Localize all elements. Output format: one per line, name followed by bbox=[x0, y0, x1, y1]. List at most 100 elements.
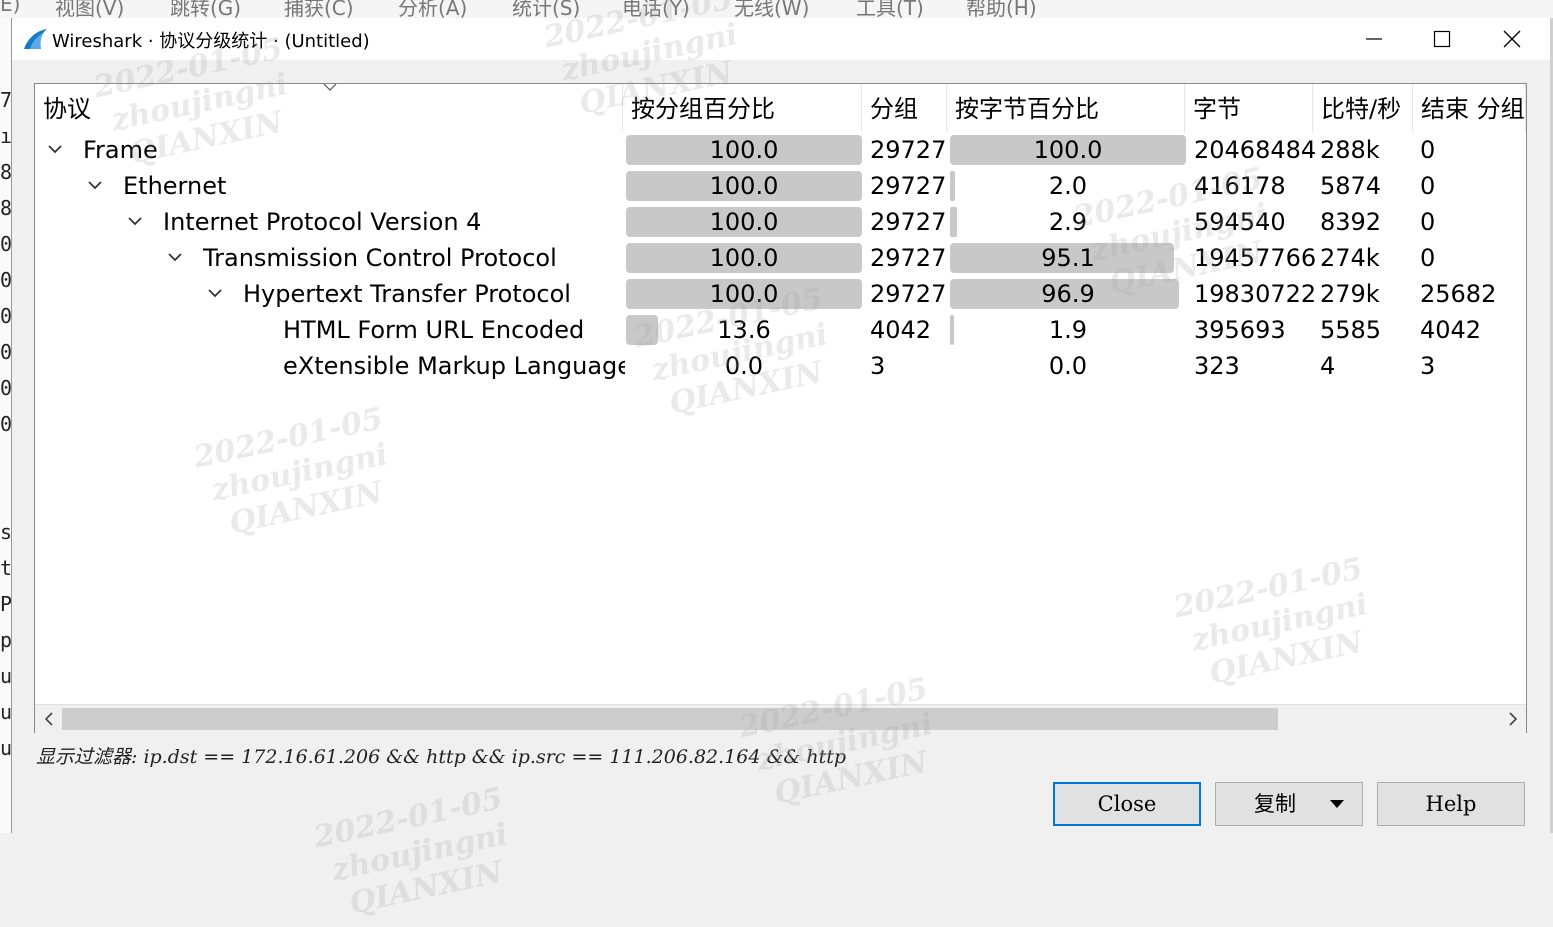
bytes-cell: 594540 bbox=[1194, 208, 1286, 236]
protocol-cell: Ethernet bbox=[35, 168, 625, 204]
packets-cell: 29727 bbox=[870, 280, 947, 308]
packet-percent-bar: 100.0 bbox=[626, 135, 862, 165]
scrollbar-thumb[interactable] bbox=[62, 708, 1278, 730]
bytes-cell: 20468484 bbox=[1194, 136, 1317, 164]
end-packets-cell: 4042 bbox=[1420, 316, 1482, 344]
background-packet-fragment: ı bbox=[0, 124, 11, 148]
bytes-cell: 395693 bbox=[1194, 316, 1286, 344]
packets-cell: 4042 bbox=[870, 316, 932, 344]
bytes-cell: 323 bbox=[1194, 352, 1240, 380]
bits-per-second-cell: 8392 bbox=[1320, 208, 1382, 236]
background-packet-list-edge: 7ı88000000stPpuuu bbox=[0, 18, 11, 833]
expand-chevron-icon[interactable] bbox=[167, 249, 183, 265]
background-packet-fragment: s bbox=[0, 520, 11, 544]
horizontal-scrollbar[interactable] bbox=[35, 704, 1526, 733]
close-window-button[interactable] bbox=[1480, 18, 1544, 60]
protocol-name: Transmission Control Protocol bbox=[203, 244, 557, 272]
close-button[interactable]: Close bbox=[1053, 782, 1201, 826]
packet-percent-bar: 13.6 bbox=[626, 315, 862, 345]
protocol-cell: Hypertext Transfer Protocol bbox=[35, 276, 625, 312]
packet-percent-bar-value: 100.0 bbox=[709, 280, 779, 308]
packet-percent-bar: 100.0 bbox=[626, 279, 862, 309]
window-title: Wireshark · 协议分级统计 · (Untitled) bbox=[52, 31, 370, 52]
packet-percent-bar-value: 100.0 bbox=[709, 208, 779, 236]
column-header[interactable]: 分组 bbox=[862, 84, 947, 132]
wireshark-fin-icon bbox=[24, 29, 47, 49]
bytes-cell: 19830722 bbox=[1194, 280, 1317, 308]
background-packet-fragment: 0 bbox=[0, 232, 11, 256]
background-menu-item: 分析(A) bbox=[398, 0, 468, 18]
bytes-cell: 19457766 bbox=[1194, 244, 1317, 272]
background-menu-item: 统计(S) bbox=[512, 0, 581, 18]
title-bar[interactable]: Wireshark · 协议分级统计 · (Untitled) bbox=[12, 18, 1550, 60]
background-menu-item: 视图(V) bbox=[55, 0, 125, 18]
background-packet-fragment: p bbox=[0, 628, 11, 652]
background-menu-item: 捕获(C) bbox=[284, 0, 354, 18]
minimize-button[interactable] bbox=[1342, 18, 1406, 60]
byte-percent-bar: 95.1 bbox=[950, 243, 1186, 273]
protocol-tree[interactable]: 协议 按分组百分比 分组 按字节百分比 字节 比特/秒 结束 分组 Frame 100.0 29… bbox=[34, 83, 1527, 733]
packets-cell: 3 bbox=[870, 352, 886, 380]
tree-row[interactable]: HTML Form URL Encoded 13.6 4042 1.9 395693 55… bbox=[35, 312, 1526, 348]
expand-chevron-icon[interactable] bbox=[207, 285, 223, 301]
copy-button-label: 复制 bbox=[1254, 792, 1296, 816]
background-packet-fragment: 0 bbox=[0, 376, 11, 400]
end-packets-cell: 0 bbox=[1420, 136, 1436, 164]
end-packets-cell: 3 bbox=[1420, 352, 1436, 380]
expand-chevron-icon[interactable] bbox=[47, 141, 63, 157]
tree-row[interactable]: Internet Protocol Version 4 100.0 29727 2.9… bbox=[35, 204, 1526, 240]
background-packet-fragment: 0 bbox=[0, 304, 11, 328]
tree-row[interactable]: Hypertext Transfer Protocol 100.0 29727 96.… bbox=[35, 276, 1526, 312]
expand-chevron-icon[interactable] bbox=[87, 177, 103, 193]
protocol-hierarchy-dialog: Wireshark · 协议分级统计 · (Untitled) 协议 按分组百分比… bbox=[11, 18, 1550, 833]
background-packet-fragment: 8 bbox=[0, 196, 11, 220]
maximize-icon bbox=[1433, 30, 1451, 48]
byte-percent-bar-value: 96.9 bbox=[1041, 280, 1095, 308]
byte-percent-bar-value: 95.1 bbox=[1041, 244, 1095, 272]
packets-cell: 29727 bbox=[870, 208, 947, 236]
bits-per-second-cell: 5585 bbox=[1320, 316, 1382, 344]
tree-row[interactable]: eXtensible Markup Language 0.0 3 0.0 323 4 3 bbox=[35, 348, 1526, 384]
end-packets-cell: 25682 bbox=[1420, 280, 1497, 308]
background-menu-item: 电话(Y) bbox=[622, 0, 690, 18]
column-header[interactable]: 字节 bbox=[1185, 84, 1313, 132]
tree-row[interactable]: Ethernet 100.0 29727 2.0 416178 5874 0 bbox=[35, 168, 1526, 204]
background-packet-fragment: 8 bbox=[0, 160, 11, 184]
packets-cell: 29727 bbox=[870, 244, 947, 272]
help-button[interactable]: Help bbox=[1377, 782, 1525, 826]
packet-percent-bar-value: 13.6 bbox=[717, 316, 771, 344]
bits-per-second-cell: 4 bbox=[1320, 352, 1336, 380]
background-packet-fragment bbox=[0, 478, 11, 514]
column-header[interactable]: 协议 bbox=[35, 84, 623, 132]
background-packet-fragment: u bbox=[0, 700, 11, 724]
packets-cell: 29727 bbox=[870, 136, 947, 164]
background-menu-item: 帮助(H) bbox=[966, 0, 1037, 18]
scroll-right-button[interactable] bbox=[1499, 705, 1526, 733]
background-packet-fragment: 0 bbox=[0, 340, 11, 364]
column-header[interactable]: 比特/秒 bbox=[1313, 84, 1413, 132]
background-menu-item: E) bbox=[0, 0, 21, 16]
dropdown-arrow-icon[interactable] bbox=[1330, 800, 1344, 808]
maximize-button[interactable] bbox=[1410, 18, 1474, 60]
byte-percent-bar-value: 0.0 bbox=[1048, 352, 1088, 380]
end-packets-cell: 0 bbox=[1420, 208, 1436, 236]
tree-row[interactable]: Transmission Control Protocol 100.0 29727 9… bbox=[35, 240, 1526, 276]
byte-percent-bar-value: 2.9 bbox=[1048, 208, 1088, 236]
display-filter-label: 显示过滤器: ip.dst == 172.16.61.206 && http &… bbox=[36, 746, 847, 768]
byte-percent-bar: 0.0 bbox=[950, 351, 1186, 381]
expand-chevron-icon[interactable] bbox=[127, 213, 143, 229]
close-icon bbox=[1503, 30, 1521, 48]
scroll-left-button[interactable] bbox=[35, 705, 62, 733]
protocol-name: Hypertext Transfer Protocol bbox=[243, 280, 571, 308]
column-header[interactable]: 按分组百分比 bbox=[623, 84, 862, 132]
column-header[interactable]: 按字节百分比 bbox=[947, 84, 1185, 132]
copy-button[interactable]: 复制 bbox=[1215, 782, 1363, 826]
byte-percent-bar: 96.9 bbox=[950, 279, 1186, 309]
background-packet-fragment: 0 bbox=[0, 412, 11, 436]
protocol-cell: Frame bbox=[35, 132, 625, 168]
background-packet-fragment: u bbox=[0, 736, 11, 760]
background-menu-item: 跳转(G) bbox=[170, 0, 242, 18]
background-packet-fragment: P bbox=[0, 592, 11, 616]
tree-row[interactable]: Frame 100.0 29727 100.0 20468484 288k 0 bbox=[35, 132, 1526, 168]
column-header[interactable]: 结束 分组 bbox=[1413, 84, 1526, 132]
